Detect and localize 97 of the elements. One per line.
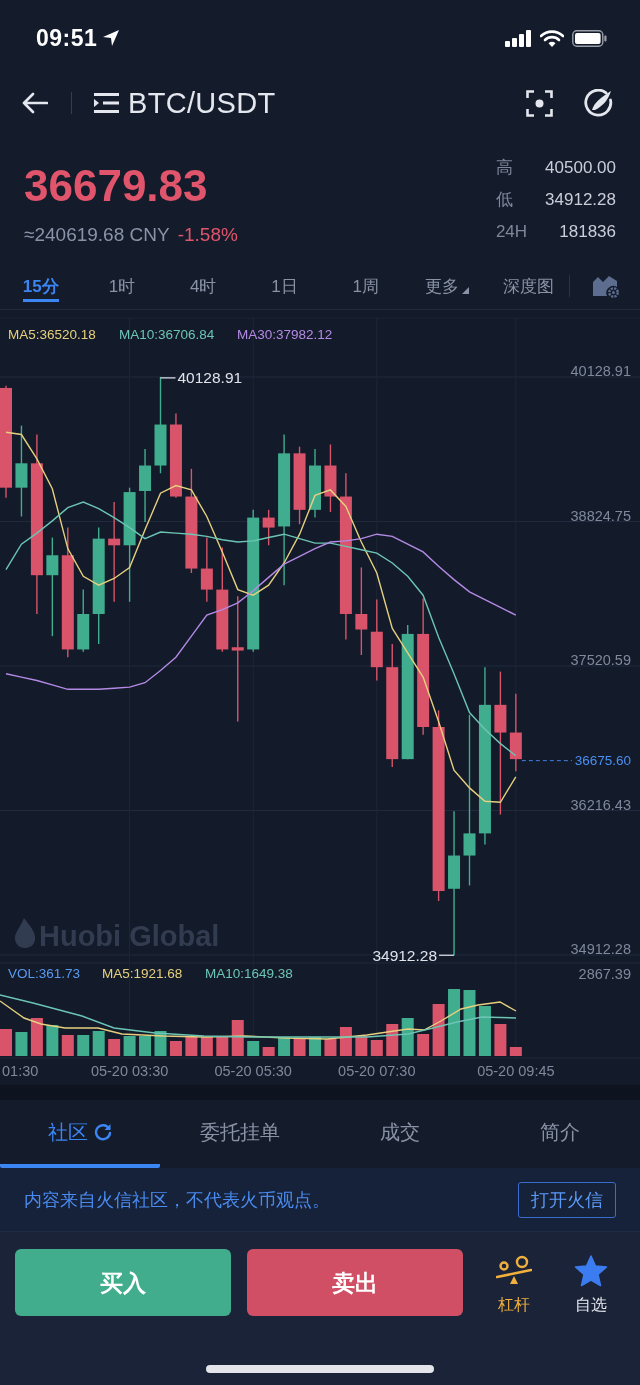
stat-value: 40500.00 [545, 157, 616, 179]
volume-bar [123, 1036, 136, 1056]
seesaw-icon [496, 1255, 532, 1287]
volume-bar [432, 1004, 445, 1056]
volume-bar [92, 1031, 105, 1056]
volume-bar [324, 1039, 337, 1056]
volume-bar [169, 1041, 182, 1056]
tool-button[interactable]: 杠杆 [484, 1249, 544, 1316]
last-price-label: 36675.60 [574, 753, 631, 769]
battery-icon [572, 29, 607, 47]
info-tab[interactable]: 简介 [480, 1100, 640, 1168]
volume-bar [401, 1018, 414, 1056]
stat-label: 低 [495, 189, 514, 211]
info-tab[interactable]: 成交 [320, 1100, 480, 1168]
star-icon [574, 1255, 608, 1287]
pair-title: BTC/USDT [128, 86, 276, 120]
location-arrow-icon [103, 30, 120, 46]
volume-bar [0, 1029, 12, 1056]
candle [77, 588, 90, 653]
price-axis-label: 37520.59 [570, 652, 631, 668]
volume-bar [46, 1025, 59, 1056]
volume-bar [355, 1036, 368, 1056]
volume-bar [448, 989, 461, 1056]
volume-bar [77, 1035, 90, 1056]
ma-legend: MA10:36706.84 [119, 326, 215, 342]
last-price-line [521, 760, 573, 762]
menu-icon[interactable] [94, 93, 119, 113]
volume-bar [185, 1037, 198, 1056]
interval-tab[interactable]: 1周 [352, 277, 380, 302]
stat-value: 181836 [558, 221, 616, 243]
volume-bar [61, 1035, 74, 1056]
volume-bar [386, 1024, 399, 1056]
cny-price: ≈240619.68 CNY [24, 223, 170, 247]
interval-tab[interactable]: 4时 [190, 277, 217, 302]
volume-bar [247, 1041, 260, 1056]
volume-bar [231, 1020, 244, 1056]
time-axis-label: 05-20 03:30 [90, 1063, 169, 1079]
tool-button[interactable]: 自选 [561, 1249, 621, 1316]
volume-bar [108, 1039, 121, 1056]
last-price: 36679.83 [24, 162, 209, 210]
volume-bar [463, 990, 476, 1056]
notice-text: 内容来自火信社区，不代表火币观点。 [24, 1188, 330, 1212]
high-price-marker: 40128.91 [177, 369, 243, 387]
volume-bar [216, 1037, 229, 1056]
caret-icon [462, 287, 470, 294]
info-tab[interactable]: 委托挂单 [160, 1100, 320, 1168]
drop-icon [15, 918, 36, 948]
price-change: -1.58% [177, 223, 238, 247]
volume-bar [339, 1027, 352, 1056]
interval-tab[interactable]: 更多 [425, 277, 470, 302]
back-arrow-icon[interactable] [22, 92, 48, 114]
candle [309, 448, 321, 519]
low-price-marker: 34912.28 [372, 946, 438, 964]
candle [262, 509, 275, 546]
candle [200, 536, 213, 603]
volume-bar [494, 1024, 507, 1056]
volume-bar [417, 1034, 430, 1056]
candle [324, 443, 337, 513]
volume-axis-label: 2867.39 [578, 966, 631, 982]
wifi-icon [540, 29, 564, 47]
leader-line [438, 954, 455, 956]
status-time: 09:51 [36, 24, 98, 52]
refresh-icon [94, 1123, 112, 1141]
open-app-button[interactable]: 打开火信 [518, 1181, 616, 1218]
volume-bar [478, 1006, 491, 1056]
price-axis-label: 40128.91 [570, 363, 631, 379]
chart-settings-icon[interactable] [593, 274, 620, 298]
circle-swoosh-icon[interactable] [584, 88, 613, 118]
time-axis-label: 05-20 09:45 [477, 1063, 555, 1079]
volume-bar [509, 1047, 522, 1056]
volume-bar [15, 1032, 28, 1056]
interval-tab[interactable]: 1时 [108, 277, 136, 302]
ma-legend: MA5:36520.18 [8, 326, 96, 342]
volume-bar [262, 1047, 275, 1056]
time-axis-label: 05-20 07:30 [338, 1063, 416, 1079]
price-axis-label: 34912.28 [570, 941, 631, 957]
sell-button[interactable]: 卖出 [247, 1249, 463, 1316]
time-axis-label: 01:30 [2, 1063, 39, 1079]
stat-label: 高 [495, 157, 514, 179]
stat-value: 34912.28 [545, 189, 616, 211]
ma-legend: MA30:37982.12 [237, 326, 333, 342]
volume-bar [370, 1040, 383, 1056]
scan-icon[interactable] [526, 89, 553, 117]
leader-line [159, 377, 177, 379]
interval-tab[interactable]: 15分 [22, 277, 59, 302]
stat-label: 24H [495, 221, 528, 243]
interval-tab[interactable]: 深度图 [502, 277, 554, 302]
volume-legend: VOL:361.73 [8, 965, 81, 981]
volume-bar [139, 1036, 152, 1056]
time-axis-label: 05-20 05:30 [214, 1063, 292, 1079]
interval-tab[interactable]: 1日 [271, 277, 298, 302]
signal-icon [505, 29, 532, 47]
volume-bar [30, 1018, 43, 1056]
price-axis-label: 38824.75 [570, 507, 631, 524]
price-axis-label: 36216.43 [570, 796, 631, 813]
volume-legend: MA5:1921.68 [102, 965, 183, 981]
volume-legend: MA10:1649.38 [205, 965, 293, 981]
